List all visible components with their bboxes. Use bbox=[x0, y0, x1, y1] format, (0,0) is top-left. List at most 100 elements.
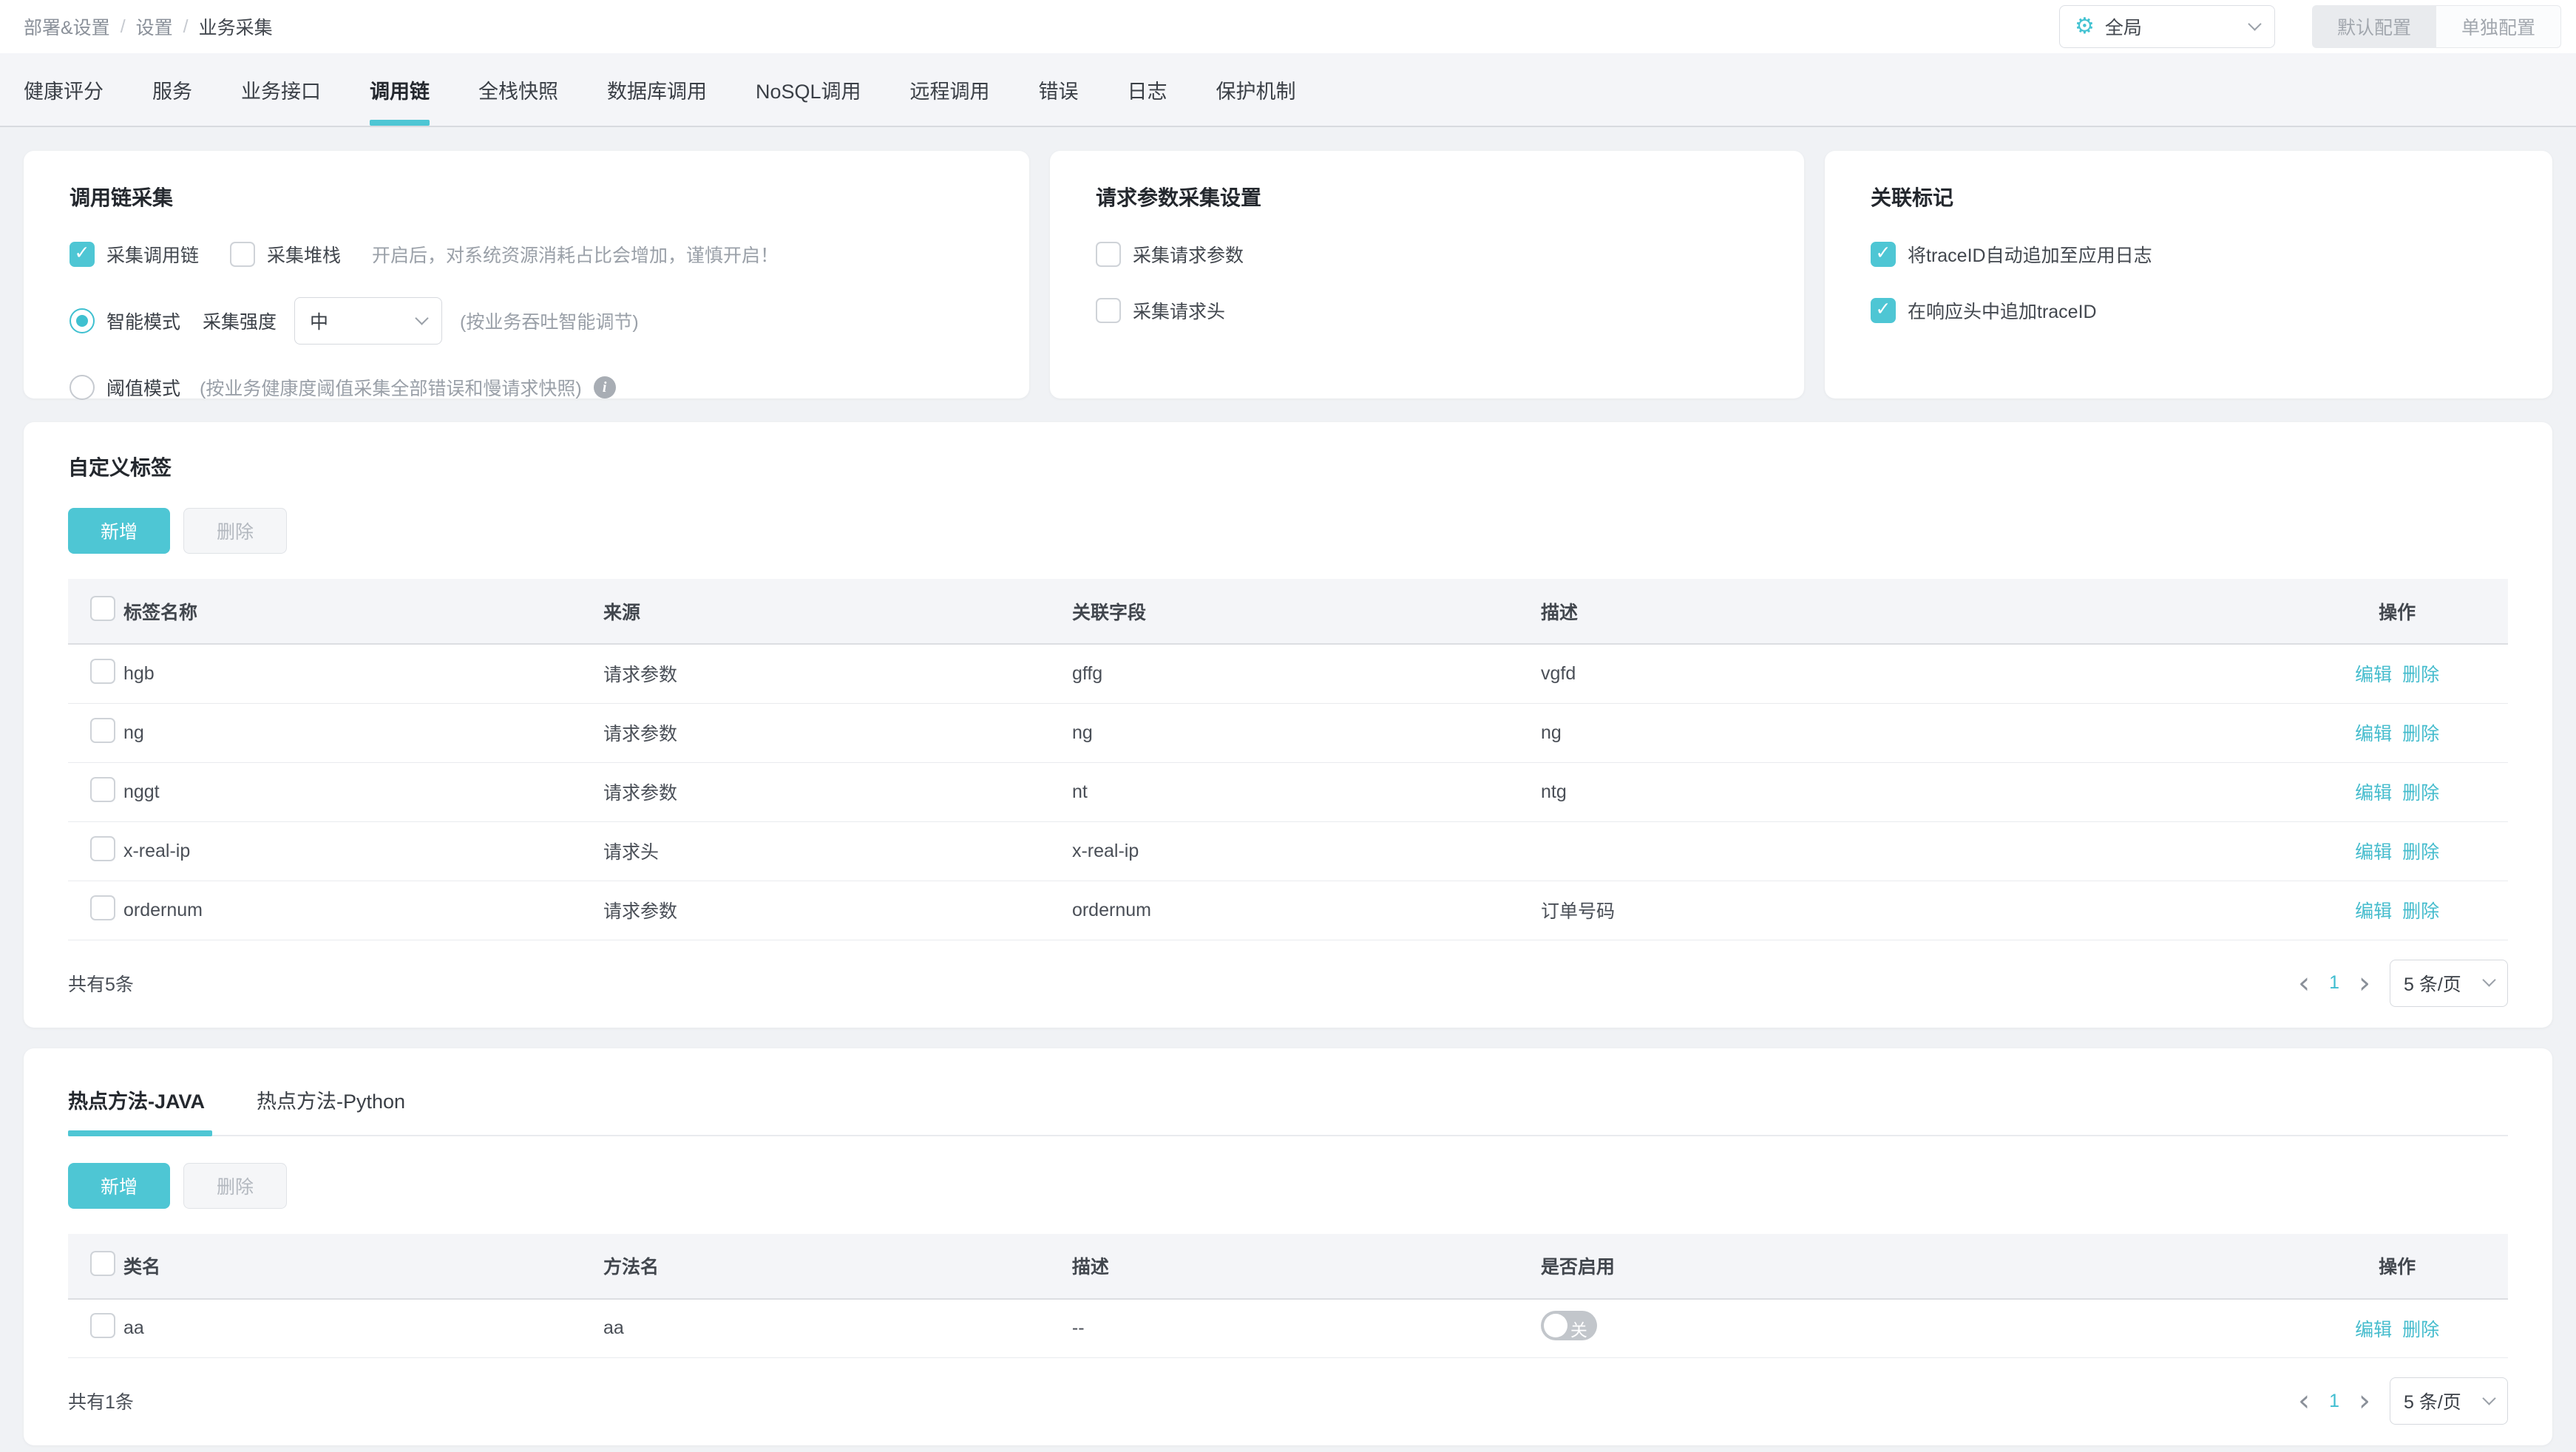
separate-config-button[interactable]: 单独配置 bbox=[2436, 5, 2561, 48]
append-traceid-header-label: 在响应头中追加traceID bbox=[1908, 302, 2097, 322]
table-row: ng 请求参数 ng ng 编辑 删除 bbox=[68, 703, 2508, 762]
cell-desc: 订单号码 bbox=[1541, 901, 1616, 922]
append-traceid-log-checkbox[interactable] bbox=[1871, 242, 1896, 267]
delete-tag-button[interactable]: 删除 bbox=[183, 508, 288, 554]
prev-page-icon[interactable]: ‹ bbox=[2298, 968, 2310, 998]
page-size-value: 5 条/页 bbox=[2404, 1392, 2461, 1413]
pagination: ‹ 1 › 5 条/页 bbox=[2298, 959, 2508, 1007]
append-traceid-header-checkbox[interactable] bbox=[1871, 298, 1896, 323]
edit-link[interactable]: 编辑 bbox=[2355, 778, 2392, 805]
delete-link[interactable]: 删除 bbox=[2402, 1315, 2439, 1342]
cell-tag-name: hgb bbox=[123, 662, 155, 684]
card-title: 调用链采集 bbox=[70, 186, 174, 209]
info-icon[interactable]: i bbox=[593, 376, 616, 398]
select-all-checkbox[interactable] bbox=[90, 596, 115, 621]
tab-error[interactable]: 错误 bbox=[1039, 53, 1079, 126]
row-checkbox[interactable] bbox=[90, 895, 115, 920]
strength-select[interactable]: 中 bbox=[294, 297, 443, 345]
breadcrumb-item[interactable]: 部署&设置 bbox=[24, 13, 110, 40]
total-count: 共有5条 bbox=[68, 974, 134, 995]
tab-remote-call[interactable]: 远程调用 bbox=[910, 53, 990, 126]
cell-source: 请求头 bbox=[603, 842, 660, 863]
collect-trace-checkbox[interactable] bbox=[70, 242, 95, 267]
collect-request-headers-checkbox[interactable] bbox=[1096, 298, 1121, 323]
tab-log[interactable]: 日志 bbox=[1128, 53, 1167, 126]
breadcrumb-separator: / bbox=[120, 16, 126, 37]
threshold-mode-radio[interactable] bbox=[70, 375, 95, 400]
smart-mode-radio[interactable] bbox=[70, 308, 95, 333]
page-number[interactable]: 1 bbox=[2329, 972, 2339, 994]
collect-request-params-checkbox[interactable] bbox=[1096, 242, 1121, 267]
edit-link[interactable]: 编辑 bbox=[2355, 1315, 2392, 1342]
cell-source: 请求参数 bbox=[603, 665, 678, 686]
cell-tag-name: x-real-ip bbox=[123, 840, 191, 861]
delete-link[interactable]: 删除 bbox=[2402, 778, 2439, 805]
edit-link[interactable]: 编辑 bbox=[2355, 719, 2392, 746]
column-header: 来源 bbox=[603, 579, 1072, 645]
cell-field: ng bbox=[1071, 722, 1093, 743]
delete-method-button[interactable]: 删除 bbox=[183, 1162, 288, 1209]
select-all-checkbox[interactable] bbox=[90, 1250, 115, 1276]
page-size-select[interactable]: 5 条/页 bbox=[2390, 1377, 2508, 1425]
tab-protection[interactable]: 保护机制 bbox=[1216, 53, 1296, 126]
column-header: 标签名称 bbox=[123, 579, 604, 645]
delete-link[interactable]: 删除 bbox=[2402, 897, 2439, 923]
next-page-icon[interactable]: › bbox=[2359, 1386, 2370, 1416]
cell-field: gffg bbox=[1071, 662, 1103, 684]
stack-hint-text: 开启后，对系统资源消耗占比会增加，谨慎开启！ bbox=[372, 245, 779, 266]
threshold-mode-label: 阈值模式 bbox=[106, 379, 181, 399]
page-size-select[interactable]: 5 条/页 bbox=[2390, 959, 2508, 1007]
custom-tags-card: 自定义标签 新增 删除 标签名称 来源 关联字段 描述 操作 hgb 请求参数 … bbox=[24, 422, 2552, 1028]
tab-hot-methods-java[interactable]: 热点方法-JAVA bbox=[68, 1078, 213, 1136]
tab-health-score[interactable]: 健康评分 bbox=[24, 53, 104, 126]
column-header: 操作 bbox=[2286, 1233, 2508, 1300]
card-title: 请求参数采集设置 bbox=[1096, 186, 1262, 209]
cell-desc: ntg bbox=[1541, 781, 1567, 802]
row-checkbox[interactable] bbox=[90, 1313, 115, 1339]
cell-class-name: aa bbox=[123, 1317, 144, 1339]
cell-source: 请求参数 bbox=[603, 724, 678, 744]
row-checkbox[interactable] bbox=[90, 717, 115, 743]
tab-nosql-call[interactable]: NoSQL调用 bbox=[756, 53, 861, 126]
strength-label: 采集强度 bbox=[203, 312, 277, 333]
column-header: 描述 bbox=[1071, 1233, 1541, 1300]
cell-method-name: aa bbox=[603, 1317, 624, 1339]
smart-mode-label: 智能模式 bbox=[106, 312, 181, 333]
page-number[interactable]: 1 bbox=[2329, 1391, 2339, 1412]
total-count: 共有1条 bbox=[68, 1392, 134, 1413]
cell-desc bbox=[1541, 821, 2286, 881]
tab-trace[interactable]: 调用链 bbox=[370, 53, 430, 126]
column-header: 是否启用 bbox=[1540, 1233, 2287, 1300]
prev-page-icon[interactable]: ‹ bbox=[2298, 1386, 2310, 1416]
delete-link[interactable]: 删除 bbox=[2402, 838, 2439, 864]
tab-database-call[interactable]: 数据库调用 bbox=[607, 53, 707, 126]
edit-link[interactable]: 编辑 bbox=[2355, 897, 2392, 923]
chevron-down-icon bbox=[415, 311, 429, 325]
scope-select[interactable]: ⚙ 全局 bbox=[2058, 5, 2275, 48]
tab-hot-methods-python[interactable]: 热点方法-Python bbox=[257, 1078, 405, 1135]
add-method-button[interactable]: 新增 bbox=[68, 1162, 171, 1209]
delete-link[interactable]: 删除 bbox=[2402, 719, 2439, 746]
breadcrumb-item[interactable]: 设置 bbox=[136, 13, 173, 40]
request-params-card: 请求参数采集设置 采集请求参数 采集请求头 bbox=[1050, 151, 1804, 398]
toggle-state-label: 关 bbox=[1570, 1320, 1587, 1340]
tab-fullstack-snapshot[interactable]: 全栈快照 bbox=[478, 53, 558, 126]
edit-link[interactable]: 编辑 bbox=[2355, 660, 2392, 687]
add-tag-button[interactable]: 新增 bbox=[68, 508, 171, 554]
column-header: 方法名 bbox=[603, 1233, 1072, 1300]
cell-source: 请求参数 bbox=[603, 901, 678, 922]
default-config-button[interactable]: 默认配置 bbox=[2311, 5, 2436, 48]
row-checkbox[interactable] bbox=[90, 776, 115, 802]
edit-link[interactable]: 编辑 bbox=[2355, 838, 2392, 864]
collect-request-headers-label: 采集请求头 bbox=[1133, 302, 1226, 322]
delete-link[interactable]: 删除 bbox=[2402, 660, 2439, 687]
row-checkbox[interactable] bbox=[90, 835, 115, 861]
cell-tag-name: ng bbox=[123, 722, 144, 743]
row-checkbox[interactable] bbox=[90, 658, 115, 684]
collect-stack-label: 采集堆栈 bbox=[267, 245, 342, 266]
tab-business-api[interactable]: 业务接口 bbox=[241, 53, 321, 126]
enable-toggle[interactable]: 关 bbox=[1540, 1311, 1597, 1341]
tab-service[interactable]: 服务 bbox=[152, 53, 192, 126]
next-page-icon[interactable]: › bbox=[2359, 968, 2370, 998]
collect-stack-checkbox[interactable] bbox=[230, 242, 256, 267]
